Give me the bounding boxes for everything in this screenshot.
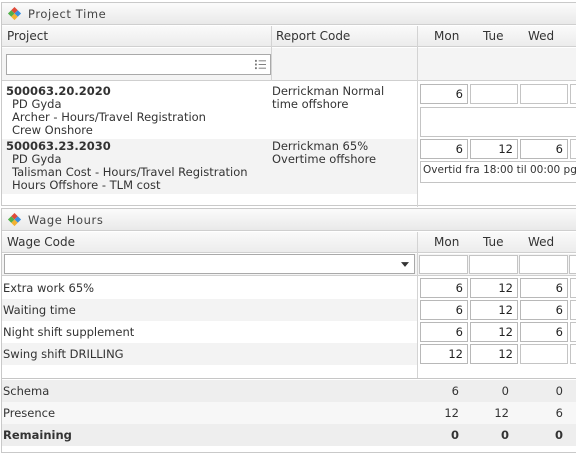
hours-input-thu[interactable] xyxy=(570,322,576,342)
col-mon[interactable]: Mon xyxy=(434,232,459,253)
hours-input-wed[interactable]: 6 xyxy=(520,139,568,159)
summary-mon: 6 xyxy=(451,384,459,398)
hours-input-mon[interactable]: 6 xyxy=(420,322,468,342)
col-wed[interactable]: Wed xyxy=(528,232,554,253)
hours-input-thu[interactable] xyxy=(570,278,576,298)
col-wed[interactable]: Wed xyxy=(528,26,554,47)
divider xyxy=(417,26,418,207)
comment-text: Overtid fra 18:00 til 00:00 pga tå xyxy=(423,164,576,176)
project-time-column-header: Project Report Code Mon Tue Wed xyxy=(2,26,576,47)
summary-row-schema: Schema 6 0 0 xyxy=(2,380,576,402)
hours-input-wed[interactable]: 6 xyxy=(520,300,568,320)
multicolor-diamond-logo-icon xyxy=(7,212,22,227)
project-line: Crew Onshore xyxy=(12,123,93,137)
hours-input-tue[interactable]: 12 xyxy=(470,322,518,342)
wage-hours-column-header: Wage Code Mon Tue Wed xyxy=(2,232,576,253)
filter-thu[interactable] xyxy=(569,255,576,274)
project-line: Archer - Hours/Travel Registration xyxy=(12,110,206,124)
hours-input-thu[interactable] xyxy=(570,139,576,159)
comment-field[interactable]: Overtid fra 18:00 til 00:00 pga tå xyxy=(420,161,576,183)
summary-wed: 0 xyxy=(554,428,563,442)
wage-hours-title: Wage Hours xyxy=(28,212,104,227)
chevron-down-icon[interactable] xyxy=(401,262,409,267)
filter-mon[interactable] xyxy=(419,255,468,274)
project-line: PD Gyda xyxy=(12,152,62,166)
hours-input-thu[interactable] xyxy=(570,300,576,320)
summary-mon: 0 xyxy=(450,428,459,442)
col-wage-code[interactable]: Wage Code xyxy=(7,232,75,253)
project-time-title: Project Time xyxy=(28,6,107,21)
hours-input-tue[interactable]: 12 xyxy=(470,278,518,298)
report-code: Derrickman Normal xyxy=(272,84,385,98)
project-code: 500063.23.2030 xyxy=(6,139,111,153)
summary-label: Presence xyxy=(3,406,56,420)
wage-label: Extra work 65% xyxy=(3,281,95,295)
col-report-code[interactable]: Report Code xyxy=(276,26,350,47)
report-code: Derrickman 65% xyxy=(272,139,369,153)
hours-input-wed[interactable]: 6 xyxy=(520,322,568,342)
summary-tue: 0 xyxy=(500,428,509,442)
list-filter-icon[interactable] xyxy=(255,59,266,70)
hours-input-wed[interactable]: 6 xyxy=(520,278,568,298)
project-line: PD Gyda xyxy=(12,97,62,111)
col-tue[interactable]: Tue xyxy=(483,232,504,253)
multicolor-diamond-logo-icon xyxy=(7,6,22,21)
wage-code-select[interactable] xyxy=(4,254,415,274)
divider xyxy=(417,232,418,378)
wage-hours-panel: Wage Hours Wage Code Mon Tue Wed Extra w… xyxy=(1,208,576,453)
hours-input-tue[interactable]: 12 xyxy=(470,139,518,159)
hours-input-mon[interactable]: 6 xyxy=(420,84,468,104)
project-line: Talisman Cost - Hours/Travel Registratio… xyxy=(12,165,248,179)
summary-tue: 0 xyxy=(501,384,509,398)
summary-tue: 12 xyxy=(494,406,509,420)
hours-input-mon[interactable]: 12 xyxy=(420,344,468,364)
comment-field[interactable] xyxy=(420,107,576,137)
wage-label: Swing shift DRILLING xyxy=(3,347,124,361)
summary-row-presence: Presence 12 12 6 xyxy=(2,402,576,424)
wage-label: Waiting time xyxy=(3,303,76,317)
summary-mon: 12 xyxy=(444,406,459,420)
col-tue[interactable]: Tue xyxy=(483,26,504,47)
hours-input-thu[interactable] xyxy=(570,84,576,104)
hours-input-mon[interactable]: 6 xyxy=(420,278,468,298)
hours-input-mon[interactable]: 6 xyxy=(420,139,468,159)
project-filter-input[interactable] xyxy=(6,54,271,75)
hours-input-wed[interactable] xyxy=(520,344,568,364)
hours-input-tue[interactable] xyxy=(470,84,518,104)
project-code: 500063.20.2020 xyxy=(6,84,111,98)
divider xyxy=(271,26,272,81)
project-time-panel: Project Time Project Report Code Mon Tue… xyxy=(1,2,576,207)
summary-label: Remaining xyxy=(3,428,72,442)
summary-wed: 6 xyxy=(555,406,563,420)
hours-input-mon[interactable]: 6 xyxy=(420,300,468,320)
report-code: Overtime offshore xyxy=(272,152,377,166)
hours-input-thu[interactable] xyxy=(570,344,576,364)
hours-input-wed[interactable] xyxy=(520,84,568,104)
hours-input-tue[interactable]: 12 xyxy=(470,344,518,364)
hours-input-tue[interactable]: 12 xyxy=(470,300,518,320)
filter-wed[interactable] xyxy=(519,255,568,274)
summary-label: Schema xyxy=(3,384,50,398)
summary-separator xyxy=(2,378,576,379)
summary-wed: 0 xyxy=(555,384,563,398)
col-project[interactable]: Project xyxy=(7,26,48,47)
wage-hours-header: Wage Hours xyxy=(2,209,576,231)
project-line: Hours Offshore - TLM cost xyxy=(12,178,161,192)
project-time-header: Project Time xyxy=(2,3,576,25)
filter-tue[interactable] xyxy=(469,255,518,274)
col-mon[interactable]: Mon xyxy=(434,26,459,47)
wage-label: Night shift supplement xyxy=(3,325,135,339)
summary-row-remaining: Remaining 0 0 0 xyxy=(2,424,576,446)
report-code: time offshore xyxy=(272,97,349,111)
